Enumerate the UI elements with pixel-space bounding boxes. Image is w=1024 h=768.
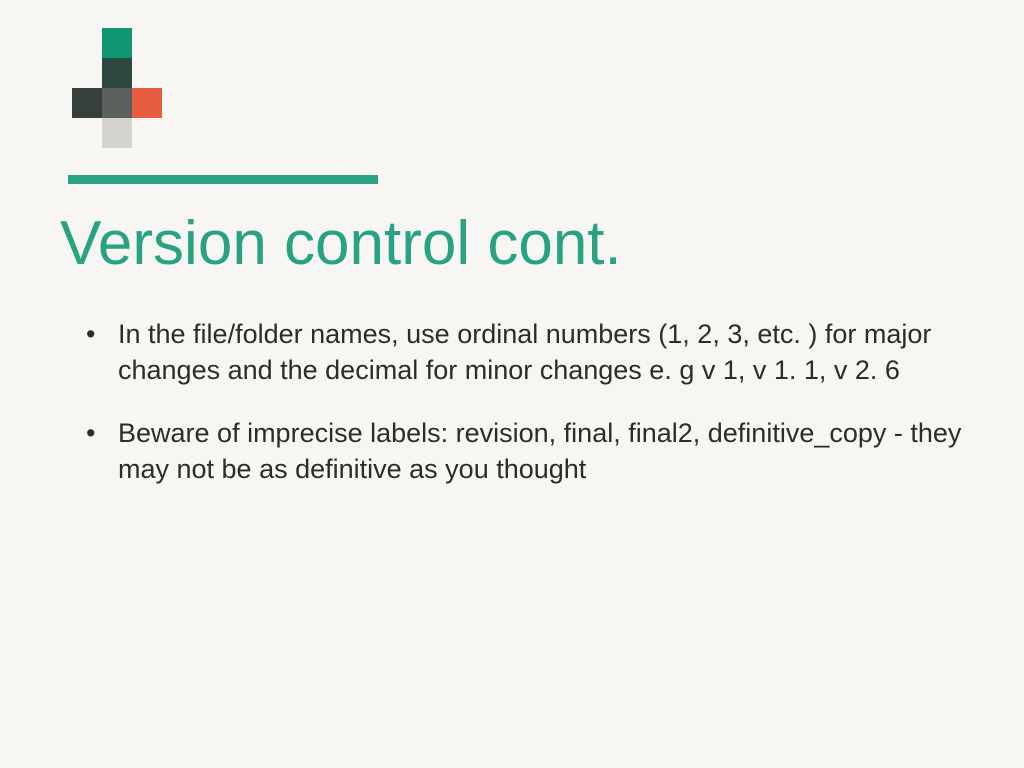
logo-block <box>102 58 132 88</box>
bullet-item: In the file/folder names, use ordinal nu… <box>78 316 964 389</box>
bullet-item: Beware of imprecise labels: revision, fi… <box>78 415 964 488</box>
slide-title: Version control cont. <box>60 208 622 279</box>
logo-block <box>72 88 102 118</box>
logo-block <box>102 28 132 58</box>
logo-block <box>102 118 132 148</box>
logo-mark <box>72 28 162 128</box>
logo-block <box>132 88 162 118</box>
bullet-list: In the file/folder names, use ordinal nu… <box>78 316 964 514</box>
title-divider <box>68 175 378 184</box>
logo-block <box>102 88 132 118</box>
